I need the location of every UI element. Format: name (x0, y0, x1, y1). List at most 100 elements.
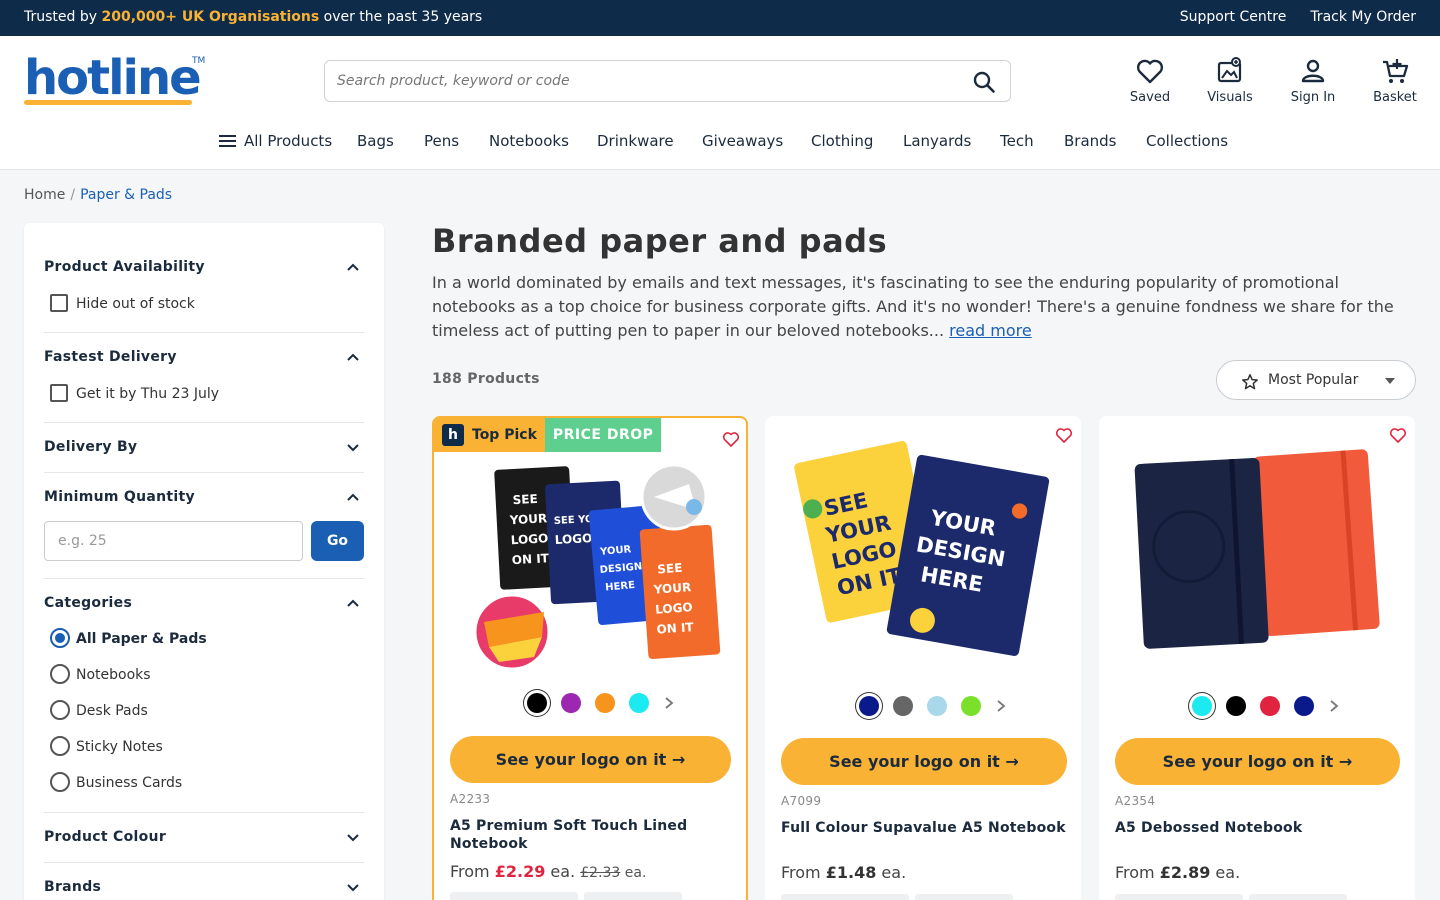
swatch-light-blue[interactable] (927, 696, 947, 716)
product-name[interactable]: A5 Debossed Notebook (1115, 819, 1400, 837)
product-card[interactable]: h Top Pick PRICE DROP SEE YOUR LOGO ON IT SE… (432, 416, 748, 900)
chevron-right-icon[interactable] (996, 699, 1006, 713)
see-logo-button[interactable]: See your logo on it → (1115, 738, 1400, 785)
read-more-link[interactable]: read more (949, 321, 1032, 340)
nav-giveaways[interactable]: Giveaways (702, 132, 783, 150)
swatch-grey[interactable] (893, 696, 913, 716)
swatch-cyan[interactable] (629, 693, 649, 713)
track-order-link[interactable]: Track My Order (1310, 9, 1416, 25)
product-price: From £2.29 ea. £2.33 ea. (450, 862, 646, 881)
filter-product-colour[interactable]: Product Colour (44, 829, 364, 845)
sort-dropdown[interactable]: Most Popular (1216, 360, 1416, 400)
product-tag (915, 894, 1013, 900)
filter-sidebar: Product Availability Hide out of stock F… (24, 223, 384, 900)
category-all-paper-pads[interactable]: All Paper & Pads (50, 628, 207, 648)
chevron-right-icon[interactable] (664, 696, 674, 710)
product-sku: A2354 (1115, 794, 1156, 808)
colour-swatches (1185, 693, 1339, 719)
product-image[interactable]: SEEYOURLOGOON IT YOURDESIGNHERE (785, 430, 1061, 660)
hide-out-of-stock-label: Hide out of stock (76, 296, 195, 312)
filter-min-quantity[interactable]: Minimum Quantity (44, 489, 364, 505)
see-logo-button[interactable]: See your logo on it → (781, 738, 1067, 785)
product-name[interactable]: Full Colour Supavalue A5 Notebook (781, 819, 1067, 837)
filter-availability[interactable]: Product Availability (44, 259, 364, 275)
product-tag (450, 892, 578, 900)
swatch-navy[interactable] (859, 696, 879, 716)
product-sku: A7099 (781, 794, 822, 808)
category-notebooks[interactable]: Notebooks (50, 664, 151, 684)
fastest-delivery-label: Get it by Thu 23 July (76, 386, 220, 402)
category-business-cards[interactable]: Business Cards (50, 772, 182, 792)
product-card[interactable]: SEE YOUR LOGO ON IT YOUR DESIGN HERE See your… (765, 416, 1081, 900)
saved-label: Saved (1129, 90, 1171, 105)
divider (44, 578, 364, 579)
swatch-orange[interactable] (595, 693, 615, 713)
basket-button[interactable]: Basket (1355, 56, 1435, 105)
min-quantity-go-button[interactable]: Go (311, 521, 364, 561)
swatch-green[interactable] (961, 696, 981, 716)
swatch-navy[interactable] (1294, 696, 1314, 716)
price-from: From (1115, 863, 1160, 882)
chevron-up-icon[interactable] (346, 260, 360, 274)
nav-brands[interactable]: Brands (1064, 132, 1117, 150)
sign-in-button[interactable]: Sign In (1273, 56, 1353, 105)
search-icon[interactable] (972, 70, 996, 94)
min-quantity-input[interactable] (44, 521, 303, 561)
hotline-logo[interactable]: hotline TM (24, 54, 208, 106)
divider (44, 472, 364, 473)
swatch-cyan[interactable] (1192, 696, 1212, 716)
visuals-button[interactable]: Visuals (1190, 56, 1270, 105)
filter-categories[interactable]: Categories (44, 595, 364, 611)
sort-label: Most Popular (1268, 372, 1359, 388)
product-image[interactable] (1119, 436, 1395, 666)
swatch-black[interactable] (1226, 696, 1246, 716)
chevron-down-icon[interactable] (346, 830, 360, 844)
chevron-up-icon[interactable] (346, 596, 360, 610)
badges: h Top Pick PRICE DROP (434, 418, 662, 452)
arrow-right-icon: → (1338, 752, 1353, 771)
nav-collections[interactable]: Collections (1146, 132, 1228, 150)
search-input[interactable] (337, 61, 957, 101)
divider (44, 422, 364, 423)
heart-icon (1136, 59, 1164, 84)
product-tag (1249, 894, 1347, 900)
swatch-red[interactable] (1260, 696, 1280, 716)
swatch-purple[interactable] (561, 693, 581, 713)
chevron-up-icon[interactable] (346, 350, 360, 364)
nav-pens[interactable]: Pens (424, 132, 459, 150)
support-centre-link[interactable]: Support Centre (1180, 9, 1287, 25)
user-icon (1301, 59, 1325, 83)
product-image[interactable]: SEEYOURLOGOON IT SEE YOURLOGO YOURDESIGN… (454, 452, 730, 682)
breadcrumb-current[interactable]: Paper & Pads (80, 187, 172, 203)
radio (50, 736, 70, 756)
nav-drinkware[interactable]: Drinkware (597, 132, 674, 150)
product-name[interactable]: A5 Premium Soft Touch Lined Notebook (450, 817, 720, 853)
category-desk-pads[interactable]: Desk Pads (50, 700, 148, 720)
swatch-black[interactable] (527, 693, 547, 713)
product-card[interactable]: See your logo on it → A2354 A5 Debossed … (1099, 416, 1415, 900)
nav-tech[interactable]: Tech (1000, 132, 1034, 150)
hide-out-of-stock-checkbox[interactable]: Hide out of stock (50, 294, 195, 312)
nav-clothing[interactable]: Clothing (811, 132, 873, 150)
category-sticky-notes[interactable]: Sticky Notes (50, 736, 163, 756)
nav-lanyards[interactable]: Lanyards (903, 132, 971, 150)
chevron-down-icon[interactable] (346, 440, 360, 454)
nav-all-products[interactable]: All Products (219, 132, 332, 150)
chevron-down-icon[interactable] (346, 880, 360, 894)
save-heart-icon[interactable] (722, 430, 740, 448)
breadcrumb-home[interactable]: Home (24, 187, 65, 203)
chevron-right-icon[interactable] (1329, 699, 1339, 713)
chevron-up-icon[interactable] (346, 490, 360, 504)
svg-text:LOGO: LOGO (554, 531, 592, 547)
filter-fastest-delivery[interactable]: Fastest Delivery (44, 349, 364, 365)
saved-button[interactable]: Saved (1110, 56, 1190, 105)
nav-bags[interactable]: Bags (357, 132, 394, 150)
filter-delivery-by[interactable]: Delivery By (44, 439, 364, 455)
search-box (324, 60, 1011, 102)
filter-brands[interactable]: Brands (44, 879, 364, 895)
nav-notebooks[interactable]: Notebooks (489, 132, 569, 150)
see-logo-button[interactable]: See your logo on it → (450, 736, 731, 783)
fastest-delivery-checkbox[interactable]: Get it by Thu 23 July (50, 384, 219, 402)
star-icon (1242, 374, 1258, 390)
visuals-label: Visuals (1207, 90, 1253, 105)
